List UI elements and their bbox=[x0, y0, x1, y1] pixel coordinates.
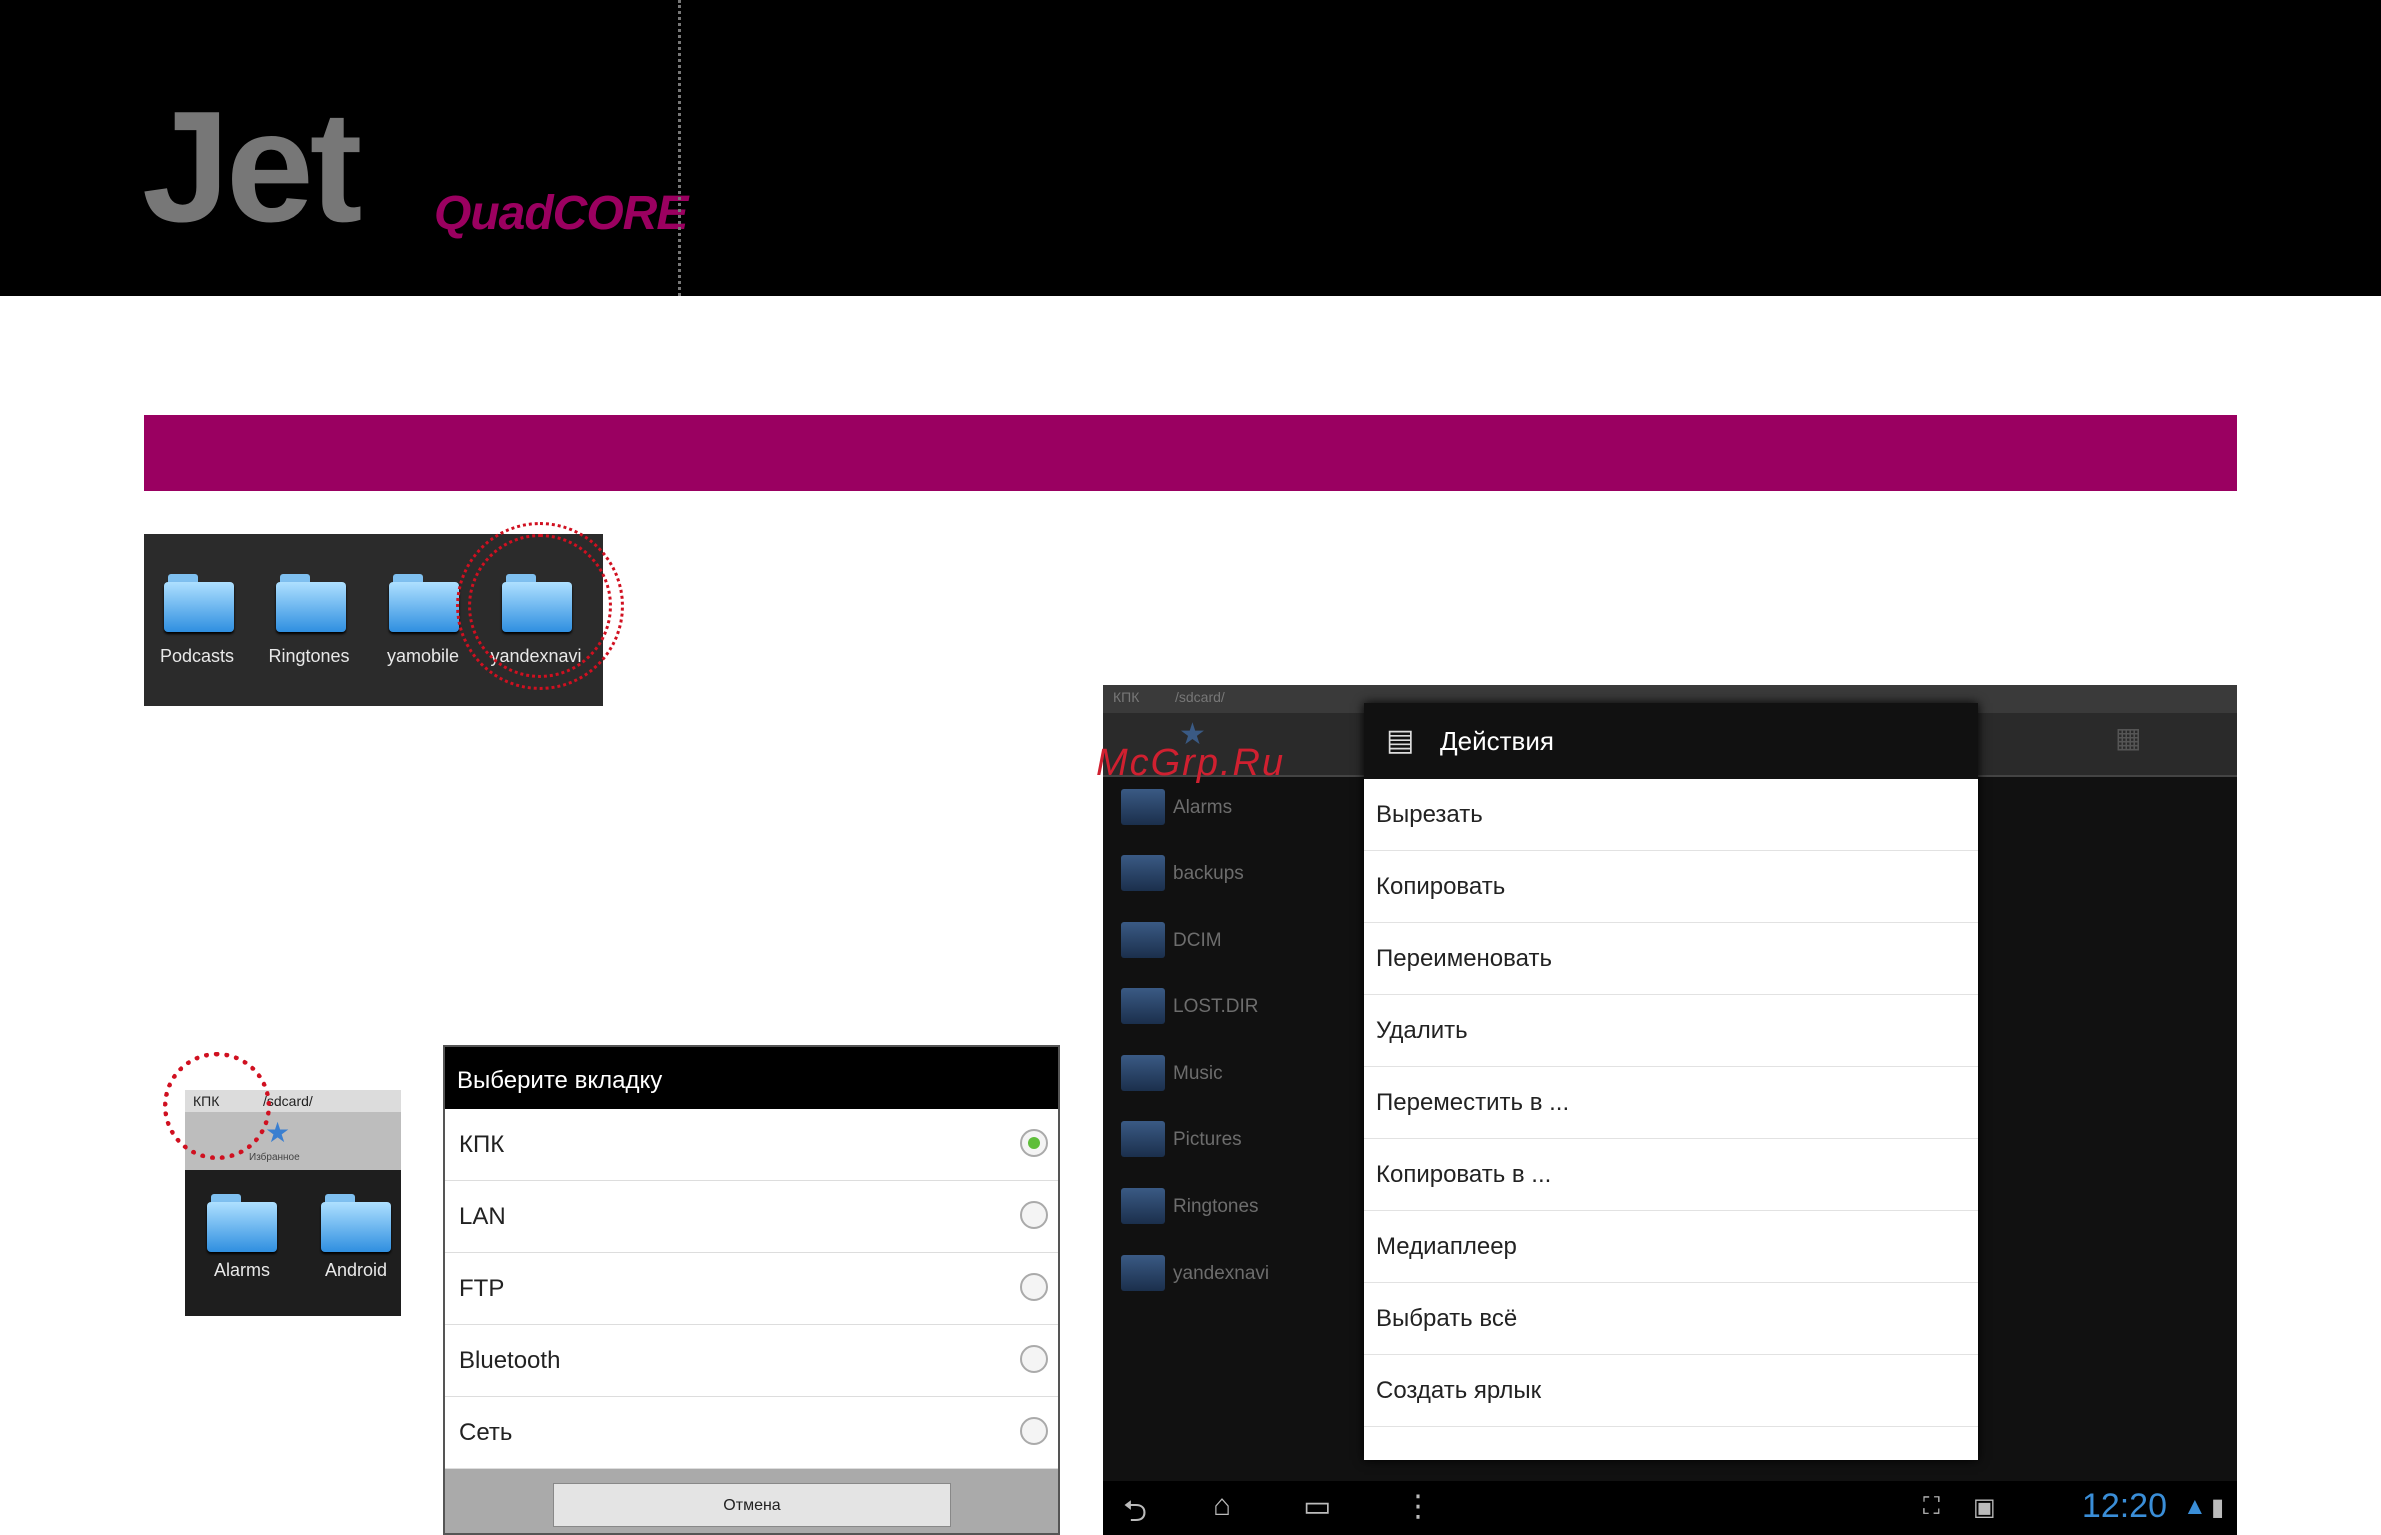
favorites-label: Избранное bbox=[249, 1152, 300, 1163]
tab-chooser-dialog: Выберите вкладку КПК LAN FTP Bluetooth С… bbox=[443, 1045, 1060, 1535]
action-item[interactable]: Медиаплеер bbox=[1364, 1211, 1978, 1283]
folder-label: Ringtones bbox=[268, 646, 350, 666]
folder-label: Ringtones bbox=[1173, 1196, 1259, 1217]
section-band bbox=[144, 415, 2237, 491]
folder-icon[interactable] bbox=[1121, 1055, 1165, 1091]
action-item[interactable]: Выбрать всё bbox=[1364, 1283, 1978, 1355]
wifi-icon: ▲ bbox=[2183, 1493, 2207, 1520]
home-icon[interactable]: ⌂ bbox=[1213, 1489, 1231, 1523]
action-item[interactable]: Создать ярлык bbox=[1364, 1355, 1978, 1427]
actions-icon: ▤ bbox=[1386, 724, 1415, 757]
option-label: КПК bbox=[459, 1131, 505, 1158]
folder-label: DCIM bbox=[1173, 930, 1222, 951]
cancel-button[interactable]: Отмена bbox=[553, 1483, 951, 1527]
folder-label: Pictures bbox=[1173, 1129, 1242, 1150]
radio-icon[interactable] bbox=[1020, 1417, 1048, 1445]
action-item[interactable]: Удалить bbox=[1364, 995, 1978, 1067]
fullscreen-icon[interactable]: ⛶ bbox=[1923, 1493, 1940, 1521]
dialog-footer: Отмена bbox=[445, 1469, 1058, 1533]
tab-kpk[interactable]: КПК bbox=[1113, 689, 1139, 705]
option-ftp[interactable]: FTP bbox=[445, 1253, 1058, 1325]
highlight-ring bbox=[163, 1052, 271, 1160]
folder-label: backups bbox=[1173, 863, 1244, 884]
folder-icon[interactable] bbox=[1121, 1188, 1165, 1224]
folder-icon[interactable] bbox=[389, 574, 459, 632]
folder-icon[interactable] bbox=[321, 1194, 391, 1252]
watermark: McGrp.Ru bbox=[1096, 742, 1286, 784]
menu-icon[interactable]: ⋮ bbox=[1403, 1489, 1433, 1524]
brand-logo: Jet bbox=[142, 79, 362, 255]
option-bluetooth[interactable]: Bluetooth bbox=[445, 1325, 1058, 1397]
folder-label: LOST.DIR bbox=[1173, 996, 1259, 1017]
folder-label: Alarms bbox=[1173, 797, 1233, 818]
status-clock: 12:20 bbox=[2081, 1487, 2167, 1525]
dialog-title: Действия bbox=[1440, 726, 1554, 756]
android-navbar: ⮌ ⌂ ▭ ⋮ ⛶ ▣ 12:20 ▲ ▮ bbox=[1103, 1481, 2237, 1535]
option-label: LAN bbox=[459, 1203, 506, 1230]
highlight-ring bbox=[468, 534, 612, 678]
folder-icon[interactable] bbox=[1121, 1121, 1165, 1157]
folder-icon[interactable] bbox=[1121, 855, 1165, 891]
folder-label: yamobile bbox=[386, 646, 460, 666]
radio-icon[interactable] bbox=[1020, 1273, 1048, 1301]
dialog-title: Выберите вкладку bbox=[445, 1047, 1058, 1109]
option-label: Bluetooth bbox=[459, 1347, 561, 1374]
folder-icon[interactable] bbox=[1121, 922, 1165, 958]
action-item[interactable]: Вырезать bbox=[1364, 779, 1978, 851]
folder-label: Podcasts bbox=[159, 646, 235, 666]
folder-label: Alarms bbox=[213, 1260, 270, 1280]
folder-label: Music bbox=[1173, 1063, 1223, 1084]
folder-icon[interactable] bbox=[1121, 988, 1165, 1024]
radio-icon[interactable] bbox=[1020, 1345, 1048, 1373]
action-item[interactable]: Копировать bbox=[1364, 851, 1978, 923]
option-network[interactable]: Сеть bbox=[445, 1397, 1058, 1469]
grid-view-icon[interactable]: ▦ bbox=[2115, 721, 2141, 754]
folder-label: Android bbox=[324, 1260, 388, 1280]
folder-icon[interactable] bbox=[164, 574, 234, 632]
option-label: FTP bbox=[459, 1275, 505, 1302]
dialog-header: ▤ Действия bbox=[1364, 703, 1978, 779]
folder-label: yandexnavi bbox=[1173, 1263, 1270, 1284]
action-item[interactable]: Переименовать bbox=[1364, 923, 1978, 995]
option-kpk[interactable]: КПК bbox=[445, 1109, 1058, 1181]
option-label: Сеть bbox=[459, 1419, 513, 1446]
folder-icon[interactable] bbox=[207, 1194, 277, 1252]
battery-icon: ▮ bbox=[2211, 1494, 2225, 1521]
folder-icon[interactable] bbox=[276, 574, 346, 632]
actions-dialog: ▤ Действия Вырезать Копировать Переимено… bbox=[1364, 703, 1978, 1460]
brand-subtitle: QuadCORE bbox=[434, 187, 688, 240]
folder-icon[interactable] bbox=[1121, 1255, 1165, 1291]
radio-icon[interactable] bbox=[1020, 1201, 1048, 1229]
action-item[interactable]: Копировать в ... bbox=[1364, 1139, 1978, 1211]
radio-selected-icon[interactable] bbox=[1020, 1129, 1048, 1157]
action-item[interactable]: Переместить в ... bbox=[1364, 1067, 1978, 1139]
back-icon[interactable]: ⮌ bbox=[1123, 1489, 1147, 1535]
recent-apps-icon[interactable]: ▭ bbox=[1303, 1489, 1331, 1524]
gallery-icon: ▣ bbox=[1973, 1494, 1996, 1521]
header-divider bbox=[678, 0, 681, 296]
option-lan[interactable]: LAN bbox=[445, 1181, 1058, 1253]
folder-icon[interactable] bbox=[1121, 789, 1165, 825]
path-label: /sdcard/ bbox=[1175, 689, 1225, 705]
